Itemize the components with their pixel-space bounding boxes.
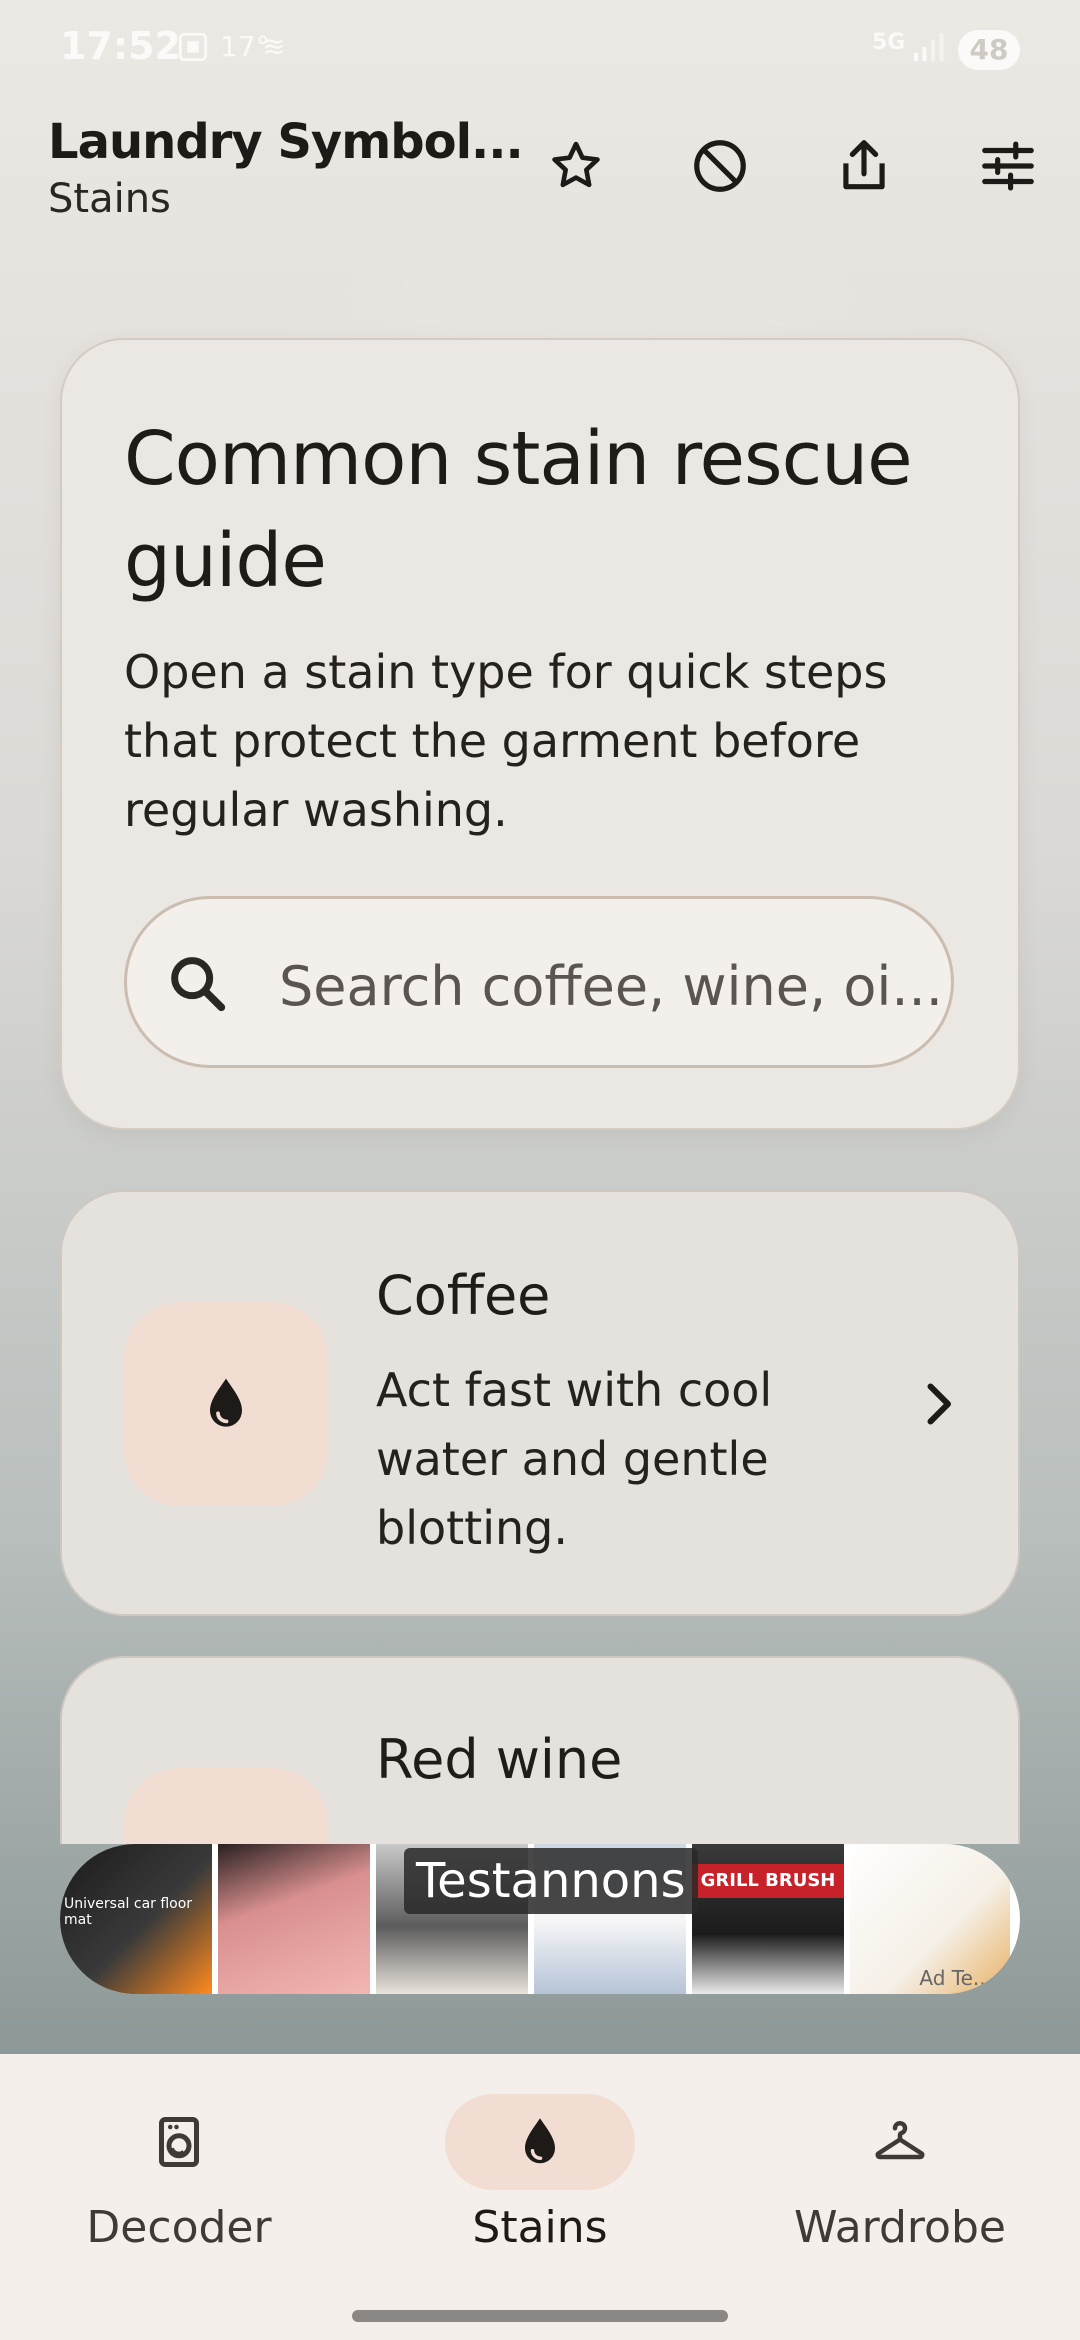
filter-settings-button[interactable] bbox=[968, 126, 1048, 206]
stain-thumb bbox=[124, 1302, 328, 1506]
ad-image-pizza-tool: Ad Te... bbox=[850, 1844, 1010, 1994]
search-icon bbox=[171, 957, 226, 1012]
ad-caption: Universal car floor mat bbox=[64, 1896, 193, 1928]
share-icon bbox=[843, 140, 885, 190]
washing-machine-icon bbox=[159, 2117, 199, 2167]
ad-image-grill-brush: GRILL BRUSH bbox=[692, 1844, 844, 1994]
stain-list-clip: Red wine bbox=[0, 1650, 1080, 1844]
nav-label: Decoder bbox=[86, 2202, 272, 2253]
hanger-icon bbox=[875, 2121, 925, 2160]
status-bar: 17:52 17° ≋ 5G 48 bbox=[0, 0, 1080, 100]
search-placeholder: Search coffee, wine, oi... bbox=[279, 955, 943, 1018]
stain-card-coffee[interactable]: Coffee Act fast with cool water and gent… bbox=[60, 1190, 1020, 1616]
nav-item-decoder[interactable]: Decoder bbox=[14, 2094, 314, 2264]
guide-description: Open a stain type for quick steps that p… bbox=[124, 645, 888, 837]
ad-banner-text: GRILL BRUSH bbox=[692, 1864, 844, 1898]
stain-search-field[interactable]: Search coffee, wine, oi... bbox=[124, 896, 954, 1068]
stain-thumb bbox=[124, 1768, 328, 1844]
drop-icon bbox=[525, 2118, 555, 2164]
screenshot-icon bbox=[176, 30, 210, 71]
status-network: 5G bbox=[872, 30, 906, 55]
page-subtitle: Stains bbox=[48, 176, 171, 222]
nav-item-stains[interactable]: Stains bbox=[375, 2094, 675, 2264]
chevron-right-icon bbox=[927, 1383, 951, 1425]
ad-caption: Ad Te... bbox=[919, 1966, 992, 1990]
do-not-disturb-icon bbox=[694, 140, 746, 192]
nav-label: Wardrobe bbox=[794, 2202, 1006, 2253]
weather-icon: ≋ bbox=[262, 30, 286, 63]
top-app-bar: Laundry Symbol... Stains bbox=[0, 100, 1080, 240]
nav-icon-container bbox=[445, 2094, 635, 2190]
share-button[interactable] bbox=[824, 126, 904, 206]
ad-image-bedding bbox=[218, 1844, 370, 1994]
app-title: Laundry Symbol... bbox=[48, 114, 524, 170]
favorite-button[interactable] bbox=[536, 126, 616, 206]
nav-icon-container bbox=[805, 2094, 995, 2190]
tune-icon bbox=[982, 141, 1034, 191]
stain-card-red-wine[interactable]: Red wine bbox=[60, 1656, 1020, 1844]
stain-guide-card: Common stain rescue guide Open a stain t… bbox=[60, 338, 1020, 1130]
drop-icon bbox=[210, 1378, 242, 1427]
star-icon bbox=[552, 141, 600, 188]
status-time: 17:52 bbox=[60, 24, 181, 68]
stain-description: Act fast with cool water and gentle blot… bbox=[376, 1363, 773, 1555]
bottom-navigation: Decoder Stains Wardrobe bbox=[0, 2054, 1080, 2340]
stain-title: Coffee bbox=[376, 1264, 551, 1327]
battery-indicator: 48 bbox=[958, 30, 1020, 70]
nav-label: Stains bbox=[472, 2202, 608, 2253]
stain-title: Red wine bbox=[376, 1728, 623, 1791]
hide-ads-button[interactable] bbox=[680, 126, 760, 206]
test-ad-label: Testannons bbox=[404, 1848, 698, 1914]
signal-icon bbox=[910, 30, 946, 71]
gesture-home-bar[interactable] bbox=[352, 2310, 728, 2322]
ad-image-car-mat: Universal car floor mat bbox=[60, 1844, 212, 1994]
guide-heading: Common stain rescue guide bbox=[124, 416, 913, 604]
nav-icon-container bbox=[84, 2094, 274, 2190]
nav-item-wardrobe[interactable]: Wardrobe bbox=[735, 2094, 1035, 2264]
